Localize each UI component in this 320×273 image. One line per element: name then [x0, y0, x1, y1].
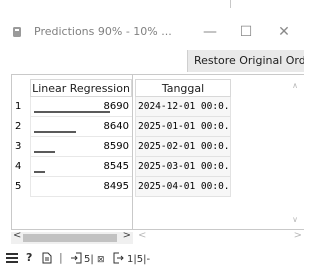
maximize-button[interactable]: ☐	[233, 22, 259, 42]
row-number: 5	[15, 181, 22, 192]
scroll-left-arrow-icon[interactable]: <	[138, 230, 146, 241]
value-bar	[34, 131, 76, 133]
date-cell: 2025-03-01 00:0...	[135, 157, 231, 177]
table-icon: ⊠	[97, 255, 105, 265]
value-bar	[34, 171, 45, 173]
table-row[interactable]: 2024-12-01 00:0...	[133, 97, 233, 117]
output-icon	[113, 252, 125, 264]
value-text: 8690	[103, 101, 129, 112]
date-cell: 2025-04-01 00:0...	[135, 177, 231, 197]
output-count: 1|5|-	[127, 254, 151, 265]
table-row[interactable]: 1 8690	[12, 97, 132, 117]
separator: |	[59, 251, 63, 264]
value-cell: 8495	[30, 177, 132, 197]
date-cell: 2025-01-01 00:0...	[135, 117, 231, 137]
table-row[interactable]: 2025-01-01 00:0...	[133, 117, 233, 137]
value-text: 8590	[103, 141, 129, 152]
row-number: 4	[15, 161, 22, 172]
right-horizontal-scrollbar[interactable]: < >	[136, 230, 304, 244]
table-row[interactable]: 2025-04-01 00:0...	[133, 177, 233, 197]
value-bar	[34, 111, 110, 113]
app-icon	[13, 27, 21, 37]
table-row[interactable]: 4 8545	[12, 157, 132, 177]
left-horizontal-scrollbar[interactable]: < >	[11, 230, 133, 244]
restore-original-order-button[interactable]: Restore Original Order	[187, 50, 304, 72]
value-cell: 8590	[30, 137, 132, 157]
status-bar: ? | 5| ⊠ 1|5|-	[0, 247, 304, 273]
scroll-left-arrow-icon[interactable]: <	[13, 230, 21, 241]
report-icon[interactable]	[42, 252, 52, 264]
scroll-down-arrow-icon[interactable]: ∨	[292, 215, 298, 224]
value-cell: 8690	[30, 97, 132, 117]
hamburger-icon[interactable]	[6, 252, 18, 264]
help-icon[interactable]: ?	[26, 251, 32, 265]
column-header-linear-regression[interactable]: Linear Regression	[30, 79, 132, 97]
scroll-right-arrow-icon[interactable]: >	[294, 230, 302, 241]
table-row[interactable]: 2025-02-01 00:0...	[133, 137, 233, 157]
scroll-right-arrow-icon[interactable]: >	[123, 230, 131, 241]
input-icon	[70, 252, 82, 264]
table-row[interactable]: 2025-03-01 00:0...	[133, 157, 233, 177]
top-divider	[0, 0, 304, 10]
value-cell: 8640	[30, 117, 132, 137]
values-table: Linear Regression 1 8690 2 8640 3 8590 4…	[11, 74, 133, 230]
column-header-tanggal[interactable]: Tanggal	[135, 79, 231, 97]
value-bar	[34, 151, 55, 153]
value-text: 8545	[103, 161, 129, 172]
row-number: 2	[15, 121, 22, 132]
row-number: 1	[15, 101, 22, 112]
window-title: Predictions 90% - 10% ...	[34, 25, 172, 38]
date-cell: 2024-12-01 00:0...	[135, 97, 231, 117]
row-number: 3	[15, 141, 22, 152]
value-text: 8640	[103, 121, 129, 132]
table-row[interactable]: 3 8590	[12, 137, 132, 157]
minimize-button[interactable]: —	[197, 22, 223, 42]
title-bar: Predictions 90% - 10% ... — ☐ ✕	[0, 20, 304, 44]
table-row[interactable]: 2 8640	[12, 117, 132, 137]
value-text: 8495	[103, 181, 129, 192]
table-row[interactable]: 5 8495	[12, 177, 132, 197]
date-cell: 2025-02-01 00:0...	[135, 137, 231, 157]
scroll-up-arrow-icon[interactable]: ∧	[292, 81, 298, 90]
value-cell: 8545	[30, 157, 132, 177]
scrollbar-thumb[interactable]	[23, 234, 117, 242]
dates-table: Tanggal ∧ ∨ 2024-12-01 00:0... 2025-01-0…	[133, 74, 304, 230]
input-count: 5|	[84, 254, 94, 265]
close-button[interactable]: ✕	[271, 22, 297, 42]
